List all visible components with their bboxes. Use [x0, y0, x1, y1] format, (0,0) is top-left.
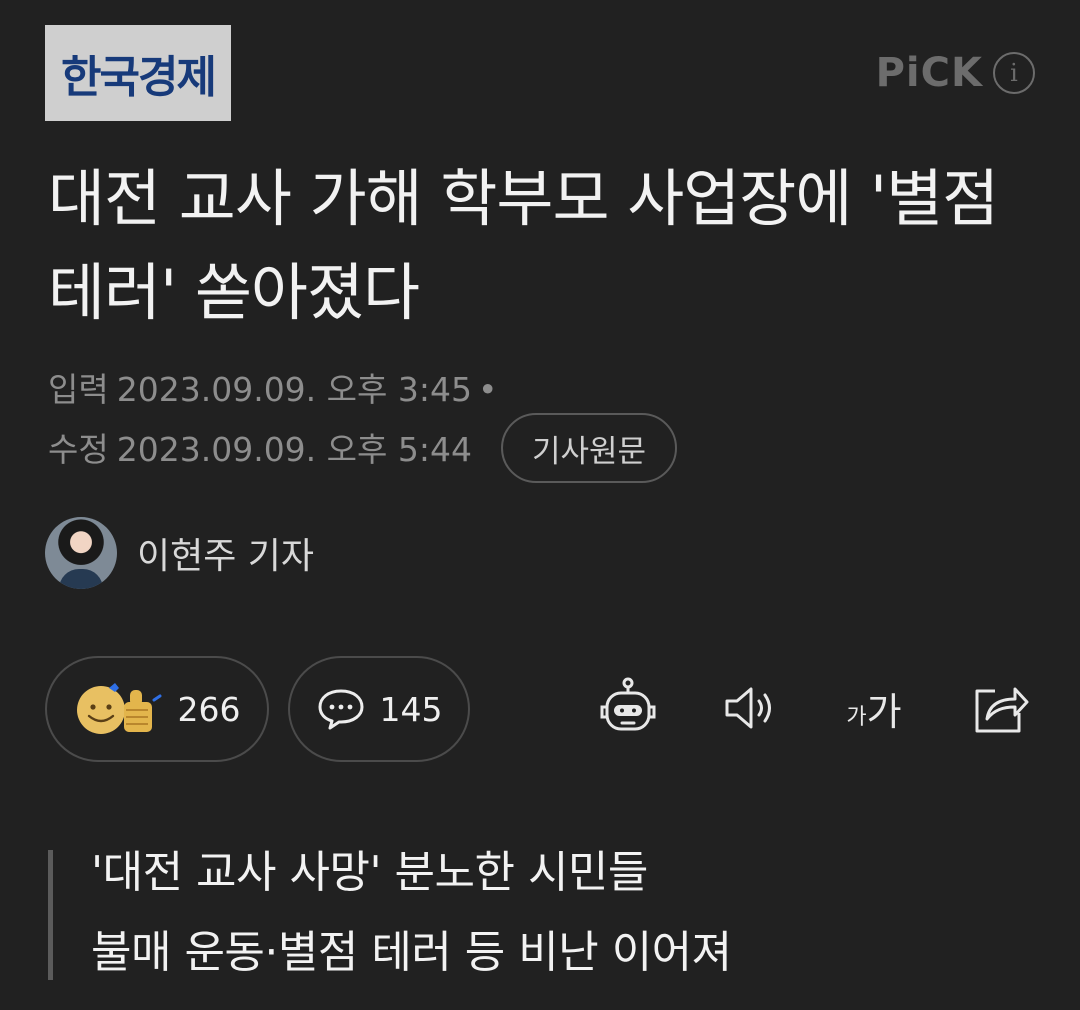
speaker-icon[interactable]	[718, 676, 782, 740]
comment-bubble-icon	[318, 689, 363, 730]
summary-line: '대전 교사 사망' 분노한 시민들	[91, 847, 648, 898]
font-size-small-glyph: 가	[846, 705, 867, 730]
summary-line: 불매 운동·별점 테러 등 비난 이어져	[91, 927, 732, 978]
pick-badge[interactable]: PiCK i	[876, 50, 1035, 96]
input-timestamp: 입력 2023.09.09. 오후 3:45 •	[48, 363, 497, 411]
reporter-profile[interactable]: 이현주 기자	[45, 517, 314, 589]
edit-label: 수정	[48, 430, 109, 469]
share-icon[interactable]	[968, 676, 1032, 740]
edit-timestamp: 수정 2023.09.09. 오후 5:44	[48, 423, 472, 471]
input-label: 입력	[48, 370, 109, 409]
smile-thumbs-up-icon	[76, 683, 161, 734]
font-size-large-glyph: 가	[866, 689, 902, 734]
input-time: 2023.09.09. 오후 3:45	[116, 370, 472, 409]
reporter-name[interactable]: 이현주 기자	[137, 527, 314, 579]
publisher-logo[interactable]: 한국경제	[45, 25, 231, 121]
avatar[interactable]	[45, 517, 117, 589]
comment-button[interactable]: 145	[288, 656, 470, 762]
reaction-button[interactable]: 266	[45, 656, 269, 762]
meta-separator-dot: •	[477, 370, 498, 409]
pick-label: PiCK	[875, 50, 983, 96]
article-headline: 대전 교사 가해 학부모 사업장에 '별점 테러' 쏟아졌다	[48, 162, 999, 329]
font-size-icon[interactable]: 가가	[838, 676, 910, 740]
info-icon[interactable]: i	[993, 52, 1035, 94]
reaction-count: 266	[177, 689, 241, 729]
original-article-button[interactable]: 기사원문	[501, 413, 677, 483]
edit-time: 2023.09.09. 오후 5:44	[116, 430, 472, 469]
robot-summary-icon[interactable]	[596, 676, 660, 740]
article-summary: '대전 교사 사망' 분노한 시민들 불매 운동·별점 테러 등 비난 이어져	[48, 847, 732, 980]
publisher-logo-text: 한국경제	[61, 52, 217, 103]
comment-count: 145	[379, 689, 443, 729]
